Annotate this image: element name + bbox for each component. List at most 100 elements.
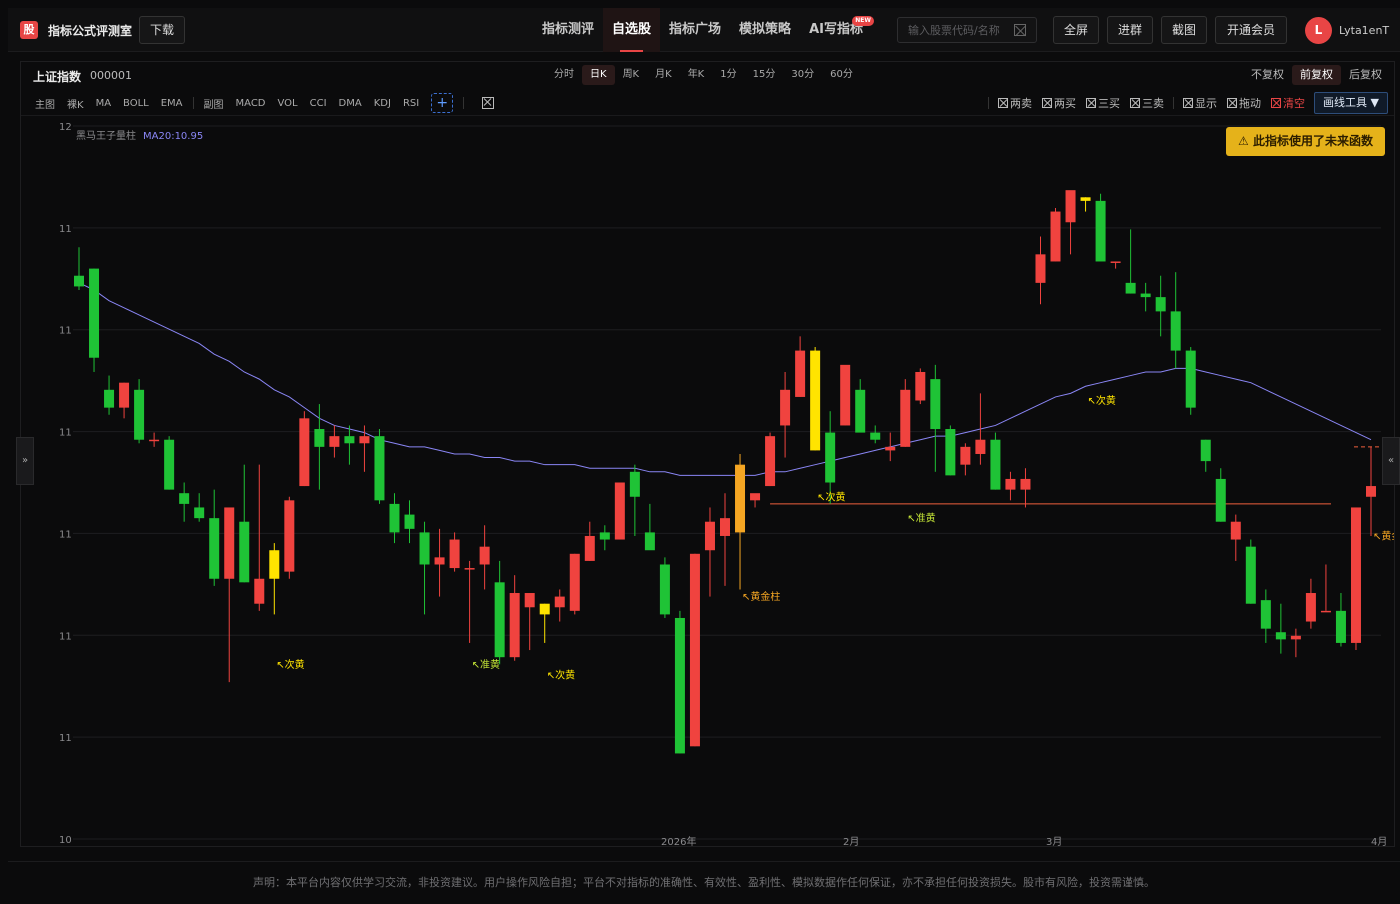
adjust-forward[interactable]: 前复权 [1292,65,1341,85]
candle-body [104,389,115,408]
sub-vol[interactable]: VOL [272,98,304,109]
divider [988,97,990,109]
candle-body [1335,610,1346,643]
main-naked-k[interactable]: 裸K [61,96,90,111]
download-button[interactable]: 下载 [139,16,185,44]
adjust-backward[interactable]: 后复权 [1341,65,1390,85]
candle-body [1140,293,1151,298]
period-30min[interactable]: 30分 [783,65,822,85]
user-avatar[interactable]: L [1305,17,1332,44]
candle-body [1320,610,1331,613]
candle-body [359,436,370,444]
left-panel-toggle[interactable]: » [16,437,34,485]
add-indicator-button[interactable]: + [431,93,454,113]
sub-rsi[interactable]: RSI [397,98,425,109]
checkbox-icon [1130,98,1141,108]
fullscreen-button[interactable]: 全屏 [1053,16,1099,44]
sub-cci[interactable]: CCI [304,98,333,109]
clear-search-icon[interactable] [1014,24,1026,36]
candlestick-chart[interactable]: 12 11 11 11 11 11 11 10 2026年 2月 3月 4月 黑马王子量柱 MA20:10… [21,116,1400,848]
y-tick-label: 11 [59,733,72,744]
app-title: 指标公式评测室 [48,24,133,38]
toggle-three-buy[interactable]: 三买 [1081,95,1125,111]
candle-body [614,482,625,540]
top-bar: 股 指标公式评测室 下载 指标测评 自选股 指标广场 模拟策略 AI写指标 NEW… [8,8,1400,52]
candle-body [855,389,866,433]
candle-body [1080,197,1091,201]
sub-dma[interactable]: DMA [333,98,368,109]
drawing-tools-dropdown[interactable]: 画线工具 ▼ [1314,92,1388,114]
period-monthly[interactable]: 月K [647,65,680,85]
x-tick-label: 3月 [1046,836,1062,847]
main-boll[interactable]: BOLL [117,98,155,109]
period-daily[interactable]: 日K [582,65,615,85]
username[interactable]: Lyta1enT [1339,24,1389,37]
period-15min[interactable]: 15分 [745,65,784,85]
candle-body [1065,190,1076,223]
symbol-name: 上证指数 [33,70,82,84]
new-badge: NEW [852,16,874,26]
right-panel-toggle[interactable]: « [1382,437,1400,485]
nav-ai-indicator[interactable]: AI写指标 NEW [800,8,874,52]
period-intraday[interactable]: 分时 [546,65,582,85]
remove-indicator-icon[interactable] [482,97,495,109]
candle-body [1125,282,1136,294]
candle-body [179,493,190,504]
candle-body [269,550,280,579]
toggle-two-sell[interactable]: 两卖 [993,95,1037,111]
candle-body [1366,486,1376,497]
toggle-three-sell[interactable]: 三卖 [1125,95,1169,111]
candle-body [599,532,610,540]
nav-indicator-square[interactable]: 指标广场 [660,8,730,52]
period-60min[interactable]: 60分 [822,65,861,85]
toggle-show[interactable]: 显示 [1178,95,1222,111]
nav-indicator-review[interactable]: 指标测评 [533,8,603,52]
candle-body [990,439,1001,490]
toggle-two-buy[interactable]: 两买 [1037,95,1081,111]
signal-annotation: ↖次黄 [1088,394,1116,407]
join-group-button[interactable]: 进群 [1107,16,1153,44]
x-tick-label: 4月 [1371,836,1387,847]
main-ema[interactable]: EMA [155,98,189,109]
candle-body [509,593,520,658]
candle-body [870,432,881,440]
candle-body [1155,297,1166,312]
signal-annotation: ↖次黄 [547,669,575,682]
candle-body [1035,254,1046,283]
clear-icon [1271,98,1282,108]
candle-body [765,436,776,487]
sub-kdj[interactable]: KDJ [368,98,397,109]
y-tick-label: 11 [59,529,72,540]
app-logo: 股 [20,21,38,39]
toggle-three-sell-label: 三卖 [1142,97,1165,110]
period-yearly[interactable]: 年K [680,65,713,85]
candle-body [299,418,310,487]
clear-drawings-button[interactable]: 清空 [1266,95,1310,111]
candle-body [344,436,355,444]
candle-body [254,578,265,604]
chart-svg[interactable]: 12 11 11 11 11 11 11 10 2026年 2月 3月 4月 黑马王子量柱 MA20:10… [21,116,1400,848]
clear-drawings-label: 清空 [1283,97,1306,110]
candle-body [1275,632,1286,640]
nav-simulated-strategy[interactable]: 模拟策略 [730,8,800,52]
toggle-show-label: 显示 [1195,97,1218,110]
main-ma[interactable]: MA [90,98,117,109]
adjust-none[interactable]: 不复权 [1243,65,1292,85]
ma-value-label: MA20:10.95 [143,131,203,142]
toggle-drag[interactable]: 拖动 [1222,95,1266,111]
candle-body [494,582,505,658]
period-selector: 分时 日K 周K 月K 年K 1分 15分 30分 60分 [546,65,861,85]
sub-macd[interactable]: MACD [230,98,272,109]
signal-annotation: ↖黄金柱 [1373,530,1394,543]
screenshot-button[interactable]: 截图 [1161,16,1207,44]
candle-body [885,446,896,451]
period-1min[interactable]: 1分 [712,65,744,85]
candle-body [689,553,700,747]
period-weekly[interactable]: 周K [615,65,648,85]
toggle-two-buy-label: 两买 [1054,97,1077,110]
candle-body [1095,200,1106,262]
open-vip-button[interactable]: 开通会员 [1215,16,1287,44]
chart-panel: 上证指数 000001 分时 日K 周K 月K 年K 1分 15分 30分 60… [20,61,1400,848]
nav-watchlist[interactable]: 自选股 [603,8,661,52]
candle-body [569,553,580,611]
